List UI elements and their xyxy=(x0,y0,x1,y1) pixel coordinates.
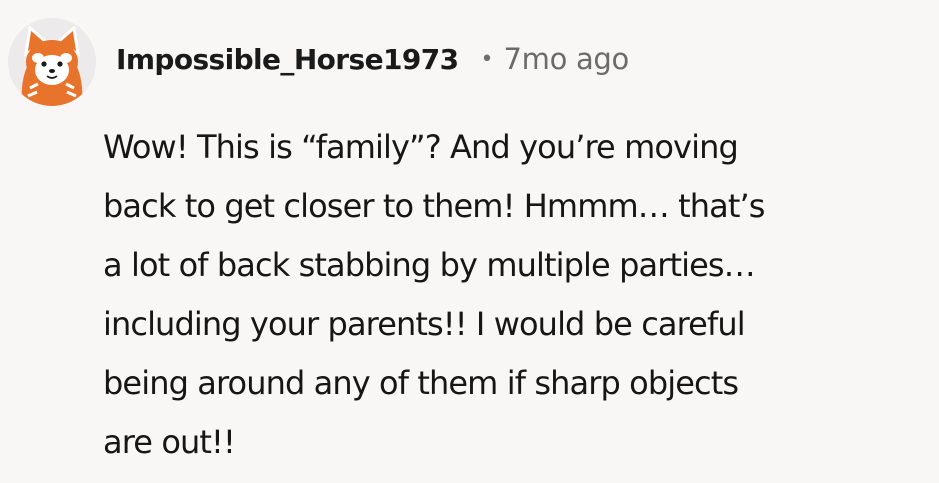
separator-dot: • xyxy=(480,46,494,72)
comment-body: Wow! This is “family”? And you’re moving… xyxy=(103,128,765,461)
timestamp[interactable]: 7mo ago xyxy=(503,42,629,76)
comment-card: Impossible_Horse1973 • 7mo ago Wow! This… xyxy=(0,0,939,483)
avatar[interactable] xyxy=(8,18,96,106)
username-link[interactable]: Impossible_Horse1973 xyxy=(116,43,459,76)
red-panda-avatar-icon xyxy=(8,18,96,106)
comment-meta: Impossible_Horse1973 • 7mo ago xyxy=(116,42,629,76)
comment-header: Impossible_Horse1973 • 7mo ago xyxy=(8,14,629,110)
